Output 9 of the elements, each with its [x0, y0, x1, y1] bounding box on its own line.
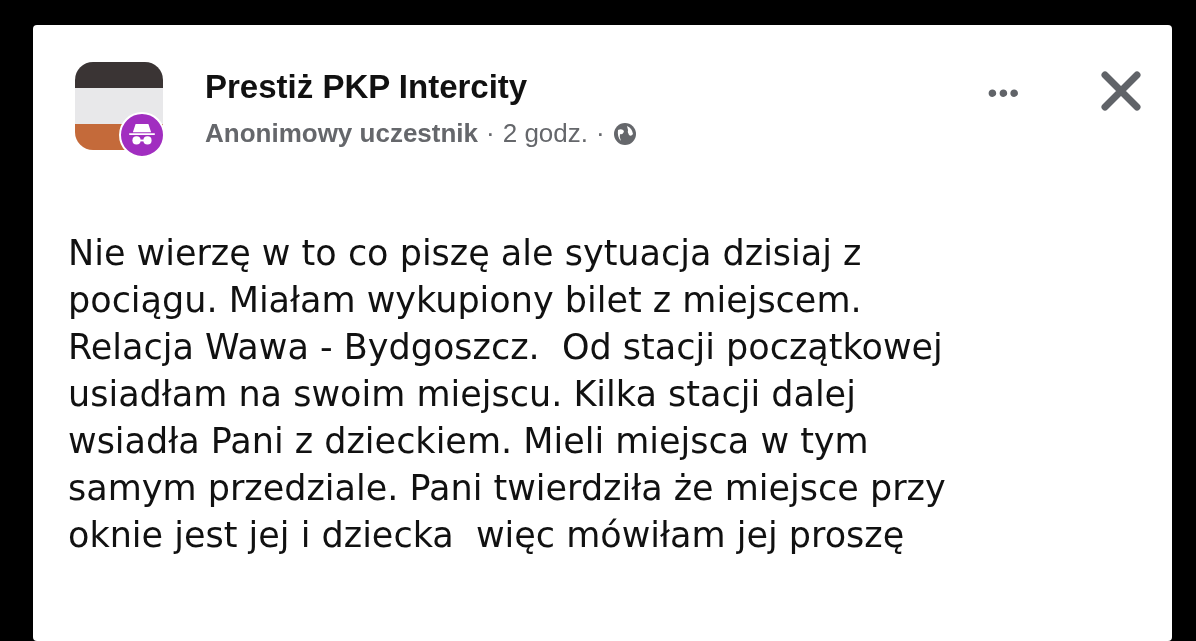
more-options-button[interactable]: ••• [987, 77, 1020, 109]
post-time[interactable]: 2 godz. [502, 118, 588, 149]
separator: · [596, 118, 605, 149]
separator: · [486, 118, 495, 149]
globe-icon [612, 121, 637, 146]
post-text: Nie wierzę w to co piszę ale sytuacja dzisiaj z pociągu. Miałam wykupiony bilet z miejscem. Relacja Wawa - Bydgoszcz. Od stacji początkowej usiadłam na swoim miejscu. Kilka stacji dalej wsiadła Pani z dzieckiem. Mieli miejsca w tym samym przedziale. Pani twierdziła że miejsce przy oknie jest jej i dziecka więc mówiłam jej proszę [67, 232, 947, 557]
author-name[interactable]: Anonimowy uczestnik [205, 118, 479, 149]
group-name[interactable]: Prestiż PKP Intercity [205, 68, 528, 106]
close-icon [1100, 70, 1142, 112]
